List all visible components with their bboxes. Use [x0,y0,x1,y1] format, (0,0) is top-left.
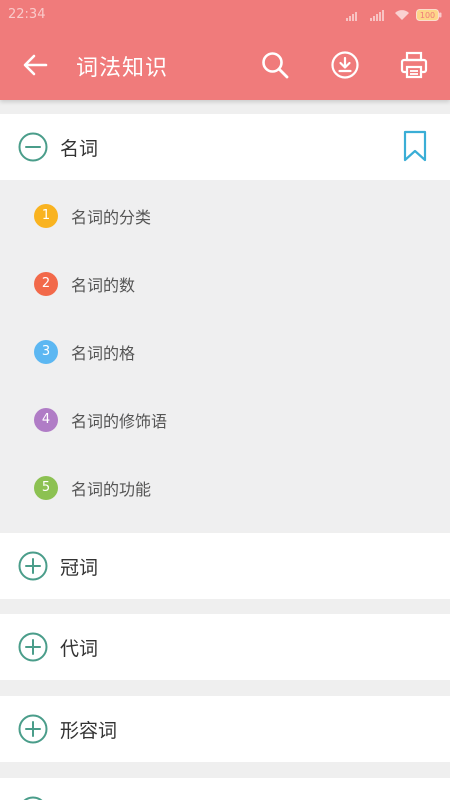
list-item[interactable]: 5 名词的功能 [0,452,450,520]
list-item[interactable]: 2 名词的数 [0,248,450,316]
number-badge: 3 [34,340,58,364]
list-item[interactable]: 1 名词的分类 [0,180,450,248]
expand-plus-icon[interactable] [18,632,48,662]
section-article: 冠词 [0,533,450,599]
list-item-label: 名词的修饰语 [71,412,168,431]
status-icons: 100 [346,8,442,22]
status-bar: 22:34 100 [0,0,450,30]
list-item[interactable]: 3 名词的格 [0,316,450,384]
list-item-label: 名词的功能 [71,480,152,499]
expand-plus-icon[interactable] [18,796,48,800]
number-badge: 2 [34,272,58,296]
section-label: 冠词 [60,557,99,579]
bookmark-icon[interactable] [403,130,427,162]
expand-plus-icon[interactable] [18,551,48,581]
section-partial [0,778,450,800]
section-pronoun: 代词 [0,614,450,680]
section-header-noun[interactable]: 名词 [0,114,450,180]
page-title: 词法知识 [76,56,169,81]
wifi-icon [395,10,409,20]
section-header-article[interactable]: 冠词 [0,533,450,599]
signal-icon [346,12,357,21]
toolbar: 词法知识 [0,30,450,100]
list-item-label: 名词的数 [71,276,136,295]
section-label: 代词 [60,638,99,660]
signal-icon-2 [370,10,384,21]
collapse-minus-icon[interactable] [18,132,48,162]
number-badge: 1 [34,204,58,228]
expand-plus-icon[interactable] [18,714,48,744]
list-item-label: 名词的分类 [71,208,152,227]
section-label: 形容词 [60,720,118,742]
number-badge: 5 [34,476,58,500]
section-adjective: 形容词 [0,696,450,762]
search-icon[interactable] [260,50,290,80]
section-header-pronoun[interactable]: 代词 [0,614,450,680]
section-label: 名词 [60,138,99,160]
status-time: 22:34 [8,7,46,22]
section-noun: 名词 1 名词的分类 2 名词的数 3 名词的格 4 名词的修饰语 5 名词的功… [0,114,450,531]
download-icon[interactable] [330,50,360,80]
printer-icon[interactable] [399,50,429,80]
list-item[interactable]: 4 名词的修饰语 [0,384,450,452]
list-item-label: 名词的格 [71,344,136,363]
back-arrow-icon[interactable] [22,52,48,78]
section-header-adjective[interactable]: 形容词 [0,696,450,762]
number-badge: 4 [34,408,58,432]
app-header: 22:34 100 词法知识 [0,0,450,100]
battery-icon: 100 [416,9,442,21]
svg-text:100: 100 [420,11,435,20]
sub-list-noun: 1 名词的分类 2 名词的数 3 名词的格 4 名词的修饰语 5 名词的功能 [0,180,450,531]
